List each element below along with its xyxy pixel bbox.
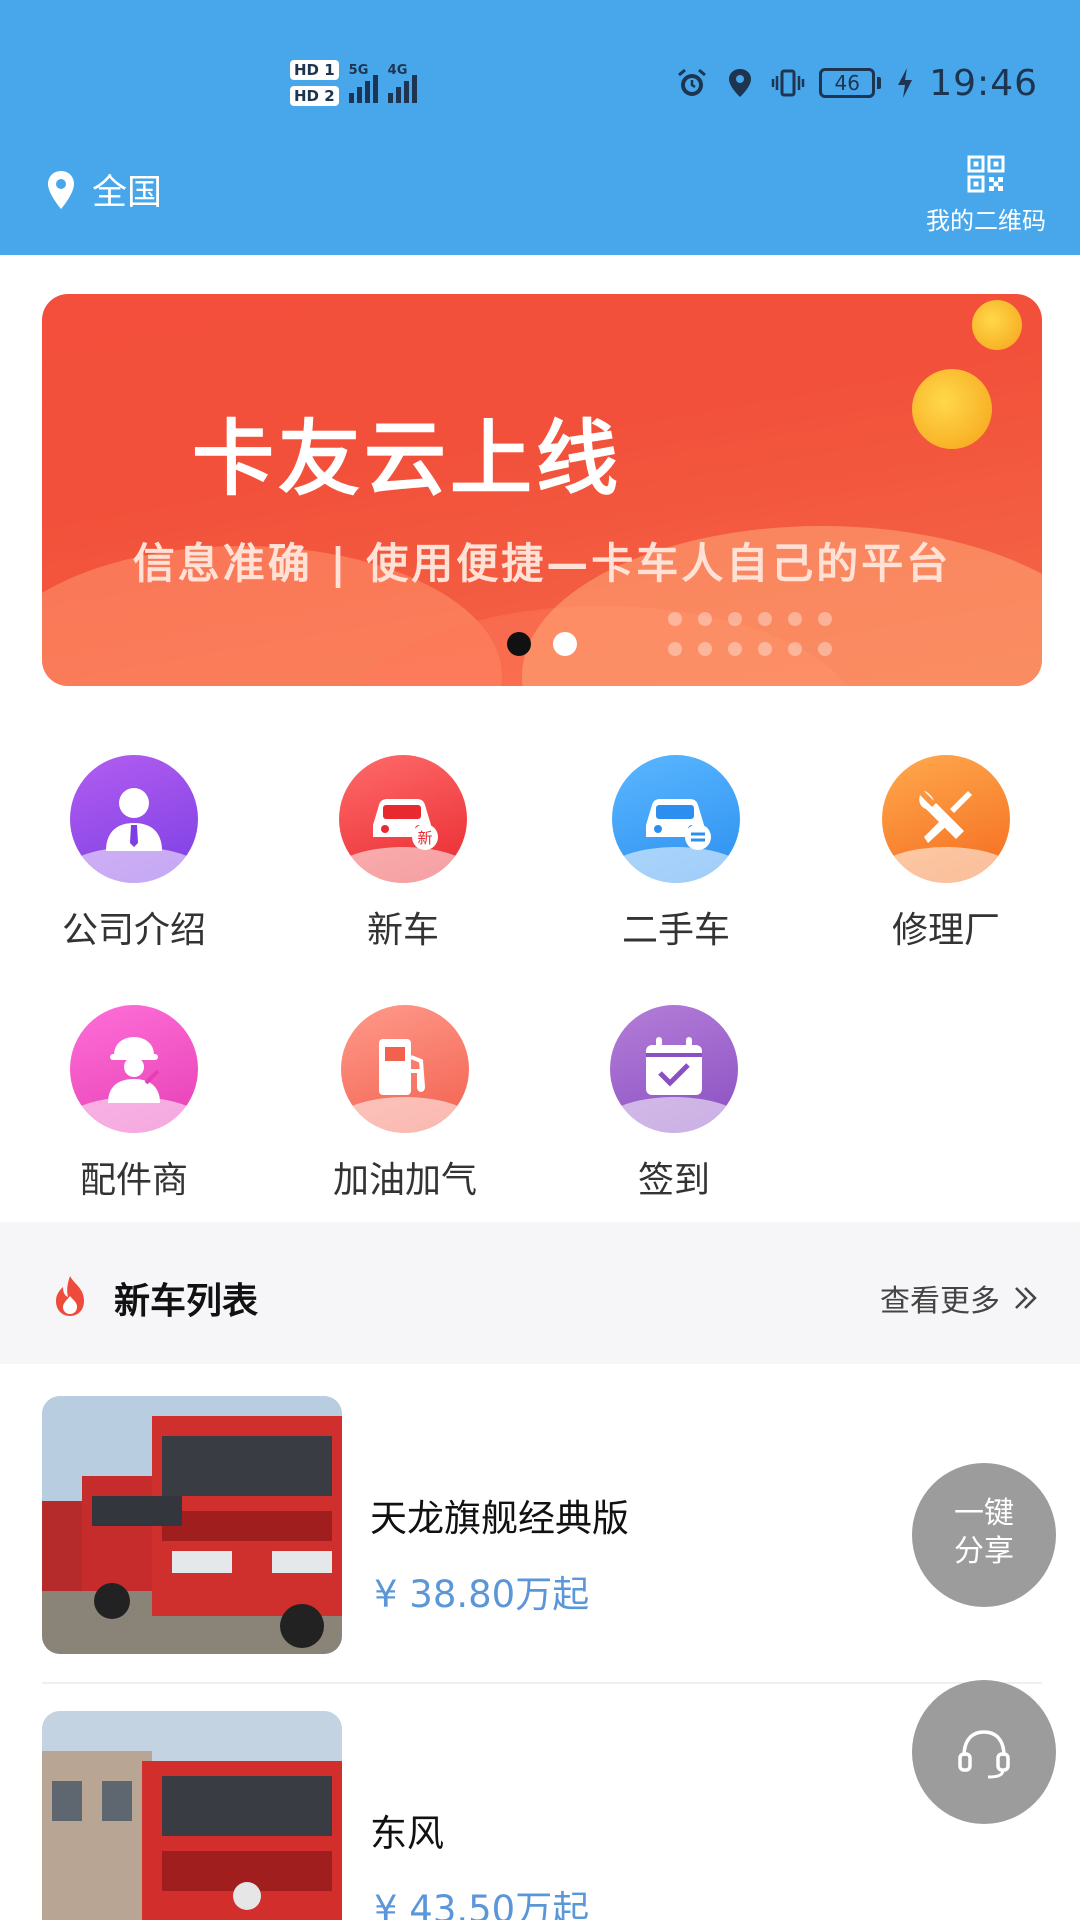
vibrate-icon (772, 69, 805, 97)
repair-tools-icon (882, 755, 1010, 883)
truck-price: ¥ 43.50万起 (374, 1888, 590, 1920)
sim-badges: HD 1 HD 2 (290, 60, 339, 106)
location-pin-icon (48, 170, 74, 209)
grid-item-fuel[interactable]: 加油加气 (295, 1005, 515, 1203)
grid-item-new-car[interactable]: 新 新车 (293, 755, 513, 953)
grid-item-used-car[interactable]: 二手车 (566, 755, 786, 953)
view-more-label: 查看更多 (880, 1284, 1000, 1319)
battery-level: 46 (819, 68, 876, 98)
worker-icon (70, 1005, 198, 1133)
banner-subtitle: 信息准确 | 使用便捷—卡车人自己的平台 (132, 539, 952, 588)
coin-decoration (972, 300, 1022, 350)
location-status-icon (729, 69, 752, 97)
location-selector[interactable]: 全国 (46, 164, 162, 215)
sim1-badge: HD 1 (290, 60, 339, 80)
sim2-badge: HD 2 (290, 86, 339, 106)
qrcode-label: 我的二维码 (926, 207, 1046, 235)
truck-name: 东风 (370, 1812, 444, 1855)
grid-label: 配件商 (79, 1160, 188, 1201)
truck-name: 天龙旗舰经典版 (370, 1497, 629, 1540)
status-network-group: HD 1 HD 2 5G 4G (290, 48, 417, 118)
battery-icon: 46 (819, 68, 882, 98)
grid-label: 修理厂 (891, 910, 1000, 951)
location-label: 全国 (92, 173, 163, 213)
truck-price: ¥ 38.80万起 (374, 1573, 590, 1616)
grid-item-repair[interactable]: 修理厂 (836, 755, 1056, 953)
signal-5g-icon: 5G (348, 63, 378, 103)
grid-item-parts[interactable]: 配件商 (24, 1005, 244, 1203)
qrcode-icon (967, 155, 1005, 193)
share-label-line1: 一键 (954, 1496, 1014, 1531)
person-icon (70, 755, 198, 883)
headset-icon (958, 1730, 1010, 1779)
customer-service-button[interactable] (912, 1680, 1056, 1824)
status-bar: HD 1 HD 2 5G 4G 46 19:46 (0, 48, 1080, 118)
new-car-section-header: 新车列表 查看更多 (0, 1232, 1080, 1362)
fuel-pump-icon (341, 1005, 469, 1133)
alarm-icon (678, 68, 707, 96)
double-chevron-right-icon (1015, 1287, 1037, 1309)
calendar-check-icon (610, 1005, 738, 1133)
function-grid: 公司介绍 新 新车 二手车 修理厂 配件商 加油加气 签到 (0, 720, 1080, 1220)
view-more-link[interactable]: 查看更多 (880, 1276, 1040, 1320)
truck-photo (42, 1396, 342, 1654)
status-time: 19:46 (929, 62, 1038, 104)
used-car-icon (612, 755, 740, 883)
coin-decoration (912, 369, 992, 449)
grid-item-checkin[interactable]: 签到 (564, 1005, 784, 1203)
grid-label: 签到 (637, 1160, 710, 1201)
grid-label: 公司介绍 (61, 910, 206, 951)
list-divider (42, 1682, 1042, 1684)
grid-label: 加油加气 (332, 1160, 477, 1201)
one-click-share-button[interactable]: 一键 分享 (912, 1463, 1056, 1607)
truck-photo (42, 1711, 342, 1920)
banner-pager (507, 632, 577, 656)
new-car-icon: 新 (339, 755, 467, 883)
app-header: HD 1 HD 2 5G 4G 46 19:46 全国 我的二维码 (0, 0, 1080, 255)
grid-label: 二手车 (621, 910, 730, 951)
grid-label: 新车 (366, 910, 439, 951)
banner-title: 卡友云上线 (191, 412, 622, 507)
my-qrcode-button[interactable]: 我的二维码 (916, 155, 1056, 236)
grid-item-company[interactable]: 公司介绍 (24, 755, 244, 953)
signal-4g-icon: 4G (387, 63, 417, 103)
dot-pattern (668, 612, 832, 656)
status-right-group: 46 19:46 (675, 48, 1038, 118)
promo-banner[interactable]: 卡友云上线 信息准确 | 使用便捷—卡车人自己的平台 (42, 294, 1042, 686)
pager-dot[interactable] (553, 632, 577, 656)
fire-icon (56, 1276, 84, 1316)
net2-label: 4G (387, 63, 408, 78)
charging-icon (898, 68, 913, 98)
svg-text:新: 新 (417, 829, 432, 847)
section-title: 新车列表 (114, 1281, 259, 1322)
pager-dot-active[interactable] (507, 632, 531, 656)
share-label-line2: 分享 (954, 1534, 1014, 1569)
net1-label: 5G (348, 63, 369, 78)
